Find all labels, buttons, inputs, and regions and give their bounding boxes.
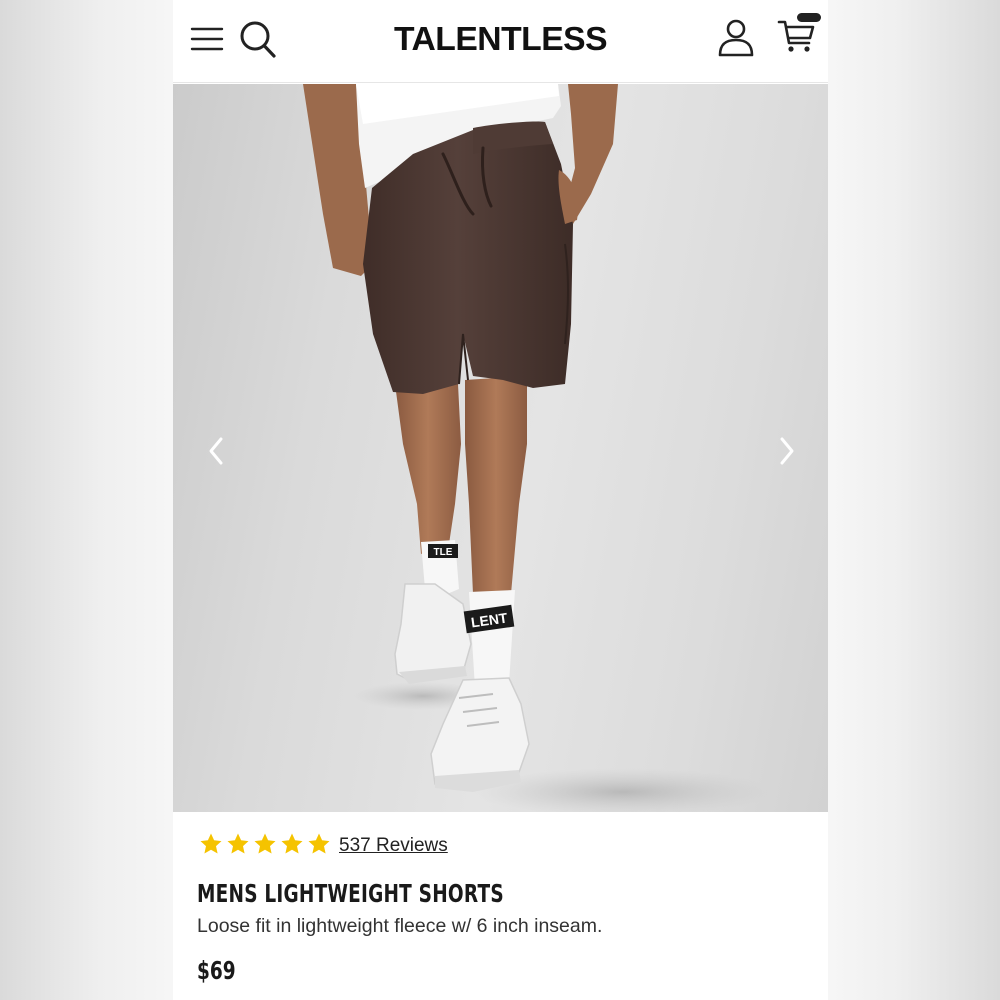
product-page: TALENTLESS TLE LENT 537 Reviews MENS LIG… (173, 0, 828, 1000)
previous-image-button[interactable] (202, 431, 232, 471)
star-icon (281, 833, 303, 854)
reviews-link[interactable]: 537 Reviews (339, 834, 448, 858)
next-image-button[interactable] (771, 431, 801, 471)
site-header: TALENTLESS (173, 0, 828, 83)
star-icon (308, 833, 330, 854)
chevron-right-icon (780, 437, 794, 465)
account-button[interactable] (717, 18, 755, 58)
cart-count-badge (797, 13, 821, 22)
cart-button[interactable] (777, 16, 819, 56)
product-price: $69 (197, 956, 236, 985)
account-icon (718, 19, 754, 57)
sock-text-left: TLE (434, 547, 453, 558)
product-title: MENS LIGHTWEIGHT SHORTS (197, 879, 504, 908)
star-icon (227, 833, 249, 854)
star-icon (254, 833, 276, 854)
product-photo: TLE LENT (303, 84, 773, 812)
cart-icon (777, 20, 815, 52)
product-image-carousel[interactable]: TLE LENT (173, 84, 828, 812)
star-rating[interactable] (199, 832, 331, 858)
star-icon (200, 833, 222, 854)
product-info: 537 Reviews MENS LIGHTWEIGHT SHORTS Loos… (173, 812, 828, 1000)
product-description: Loose fit in lightweight fleece w/ 6 inc… (197, 915, 603, 937)
chevron-left-icon (209, 437, 223, 465)
